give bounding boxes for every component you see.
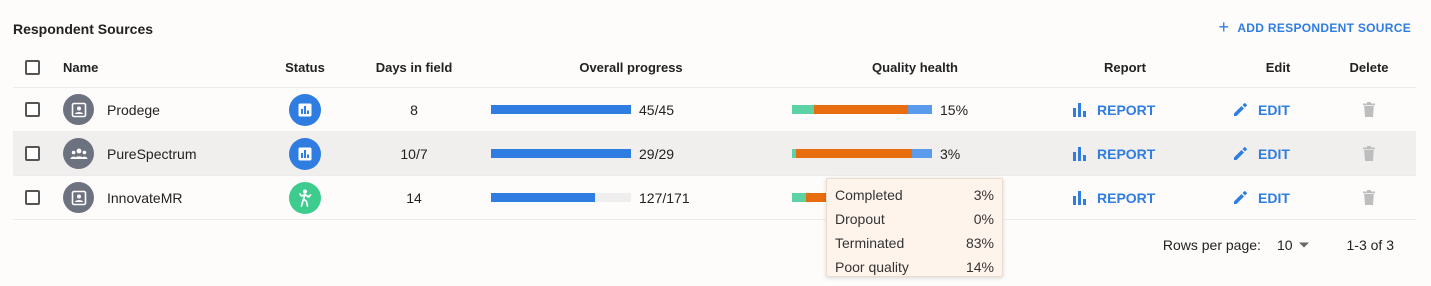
rows-per-page-select[interactable]: 10 <box>1277 237 1309 253</box>
bar-chart-icon <box>1073 102 1087 117</box>
column-header-edit: Edit <box>1265 60 1291 75</box>
trash-icon <box>1363 102 1375 117</box>
progress-text: 29/29 <box>639 145 675 162</box>
quality-health-percent: 15% <box>940 101 969 118</box>
trash-icon <box>1363 146 1375 161</box>
quality-segment-poor-quality <box>912 149 932 158</box>
plus-icon: + <box>1218 17 1230 37</box>
days-in-field: 8 <box>410 101 418 118</box>
tooltip-label: Completed <box>835 187 903 203</box>
quality-health-bar[interactable] <box>792 105 932 114</box>
progress-bar <box>491 105 631 114</box>
quality-segment-terminated <box>796 149 913 158</box>
column-header-quality[interactable]: Quality health <box>792 48 1038 87</box>
progress-text: 127/171 <box>639 189 690 206</box>
tooltip-value: 14% <box>965 259 994 275</box>
edit-button[interactable]: EDIT <box>1233 146 1290 162</box>
pencil-icon <box>1233 146 1248 161</box>
quality-segment-completed <box>792 193 806 202</box>
table-row[interactable]: PureSpectrum 10/7 29/29 3% REPORT EDIT <box>13 132 1416 176</box>
progress-bar-fill <box>491 105 631 114</box>
column-header-name[interactable]: Name <box>63 48 263 87</box>
progress-bar-fill <box>491 193 595 202</box>
pencil-icon <box>1233 190 1248 205</box>
edit-label: EDIT <box>1258 189 1290 206</box>
tooltip-value: 3% <box>973 187 994 203</box>
bar-chart-icon <box>1073 190 1087 205</box>
tooltip-label: Dropout <box>835 211 885 227</box>
source-name: PureSpectrum <box>107 145 197 162</box>
report-button[interactable]: REPORT <box>1073 102 1155 118</box>
quality-health-tooltip: Completed 3% Dropout 0% Terminated 83% Poor qu… <box>826 178 1003 277</box>
bar-chart-icon[interactable] <box>289 93 321 126</box>
page-title: Respondent Sources <box>13 21 154 37</box>
column-header-progress[interactable]: Overall progress <box>491 48 771 87</box>
column-header-delete: Delete <box>1349 60 1389 75</box>
tooltip-row: Dropout 0% <box>835 207 994 231</box>
select-all-checkbox[interactable] <box>25 60 40 75</box>
add-respondent-source-label: ADD RESPONDENT SOURCE <box>1237 21 1411 35</box>
report-label: REPORT <box>1097 189 1156 206</box>
progress-bar-fill <box>491 149 631 158</box>
table-row[interactable]: Prodege 8 45/45 15% REPORT EDIT <box>13 88 1416 132</box>
delete-button[interactable] <box>1363 146 1375 161</box>
quality-segment-poor-quality <box>908 105 932 114</box>
table-header: Name Status Days in field Overall progre… <box>13 48 1416 88</box>
edit-button[interactable]: EDIT <box>1233 190 1290 206</box>
source-name: InnovateMR <box>107 189 183 206</box>
column-header-days[interactable]: Days in field <box>353 48 475 87</box>
rows-per-page-label: Rows per page: <box>1162 237 1261 253</box>
quality-health-bar[interactable] <box>792 149 932 158</box>
trash-icon <box>1363 190 1375 205</box>
delete-button[interactable] <box>1363 102 1375 117</box>
source-name: Prodege <box>107 101 160 118</box>
person-card-icon <box>63 182 94 213</box>
row-checkbox[interactable] <box>25 146 40 161</box>
tooltip-label: Terminated <box>835 235 905 251</box>
row-checkbox[interactable] <box>25 102 40 117</box>
pencil-icon <box>1233 102 1248 117</box>
column-header-report: Report <box>1104 60 1146 75</box>
row-checkbox[interactable] <box>25 190 40 205</box>
tooltip-value: 0% <box>973 211 994 227</box>
progress-bar <box>491 193 631 202</box>
report-button[interactable]: REPORT <box>1073 146 1155 162</box>
quality-health-percent: 3% <box>940 145 961 162</box>
bar-chart-icon <box>1073 146 1087 161</box>
bar-chart-icon[interactable] <box>289 137 321 170</box>
progress-bar <box>491 149 631 158</box>
tooltip-row: Completed 3% <box>835 183 994 207</box>
tooltip-row: Terminated 83% <box>835 231 994 255</box>
column-header-status[interactable]: Status <box>263 48 347 87</box>
report-label: REPORT <box>1097 145 1156 162</box>
tooltip-row: Poor quality 14% <box>835 255 994 279</box>
days-in-field: 14 <box>406 189 422 206</box>
edit-label: EDIT <box>1258 145 1290 162</box>
report-label: REPORT <box>1097 101 1156 118</box>
edit-button[interactable]: EDIT <box>1233 102 1290 118</box>
quality-segment-terminated <box>814 105 909 114</box>
tooltip-value: 83% <box>965 235 994 251</box>
add-respondent-source-button[interactable]: + ADD RESPONDENT SOURCE <box>1218 17 1411 37</box>
caret-down-icon <box>1298 242 1309 248</box>
person-card-icon <box>63 94 94 125</box>
quality-segment-completed <box>792 105 815 114</box>
tooltip-label: Poor quality <box>835 259 909 275</box>
table-pagination: Rows per page: 10 1-3 of 3 <box>1163 237 1394 253</box>
rows-per-page-value: 10 <box>1276 237 1293 253</box>
days-in-field: 10/7 <box>400 145 428 162</box>
pagination-range: 1-3 of 3 <box>1346 237 1394 253</box>
progress-text: 45/45 <box>639 101 675 118</box>
delete-button[interactable] <box>1363 190 1375 205</box>
edit-label: EDIT <box>1258 101 1290 118</box>
running-person-icon[interactable] <box>289 181 321 214</box>
group-icon <box>63 138 94 169</box>
table-row[interactable]: InnovateMR 14 127/171 REPORT EDIT <box>13 176 1416 220</box>
report-button[interactable]: REPORT <box>1073 190 1155 206</box>
